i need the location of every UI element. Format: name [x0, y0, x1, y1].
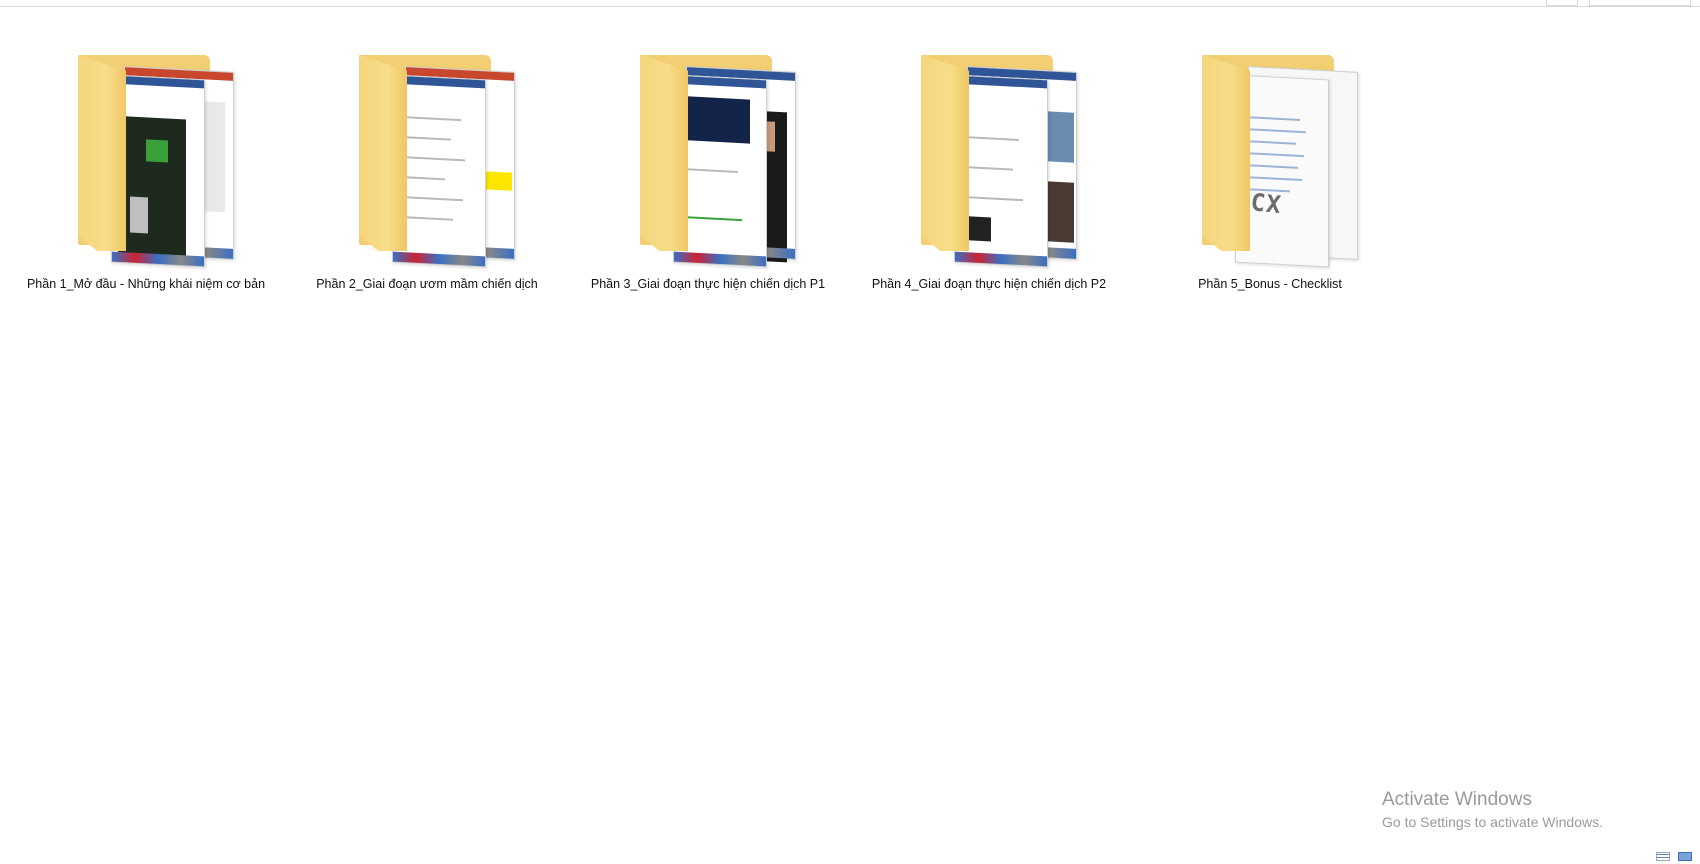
folder-item-phan-4[interactable]: Phần 4_Giai đoạn thực hiện chiến dịch P2 [864, 45, 1114, 305]
folder-item-phan-3[interactable]: Phần 3_Giai đoạn thực hiện chiến dịch P1 [583, 45, 833, 305]
file-list-area[interactable]: Phần 1_Mở đầu - Những khái niệm cơ bản P… [0, 7, 1700, 847]
large-icons-view-icon[interactable] [1678, 852, 1693, 861]
folder-item-phan-5[interactable]: DOCX Phần 5_Bonus - Checklist [1145, 45, 1395, 305]
search-input[interactable] [1589, 0, 1691, 6]
folder-label: Phần 1_Mở đầu - Những khái niệm cơ bản [26, 277, 266, 291]
folder-icon [337, 45, 517, 268]
folder-label: Phần 2_Giai đoạn ươm mầm chiến dịch [316, 277, 538, 291]
folder-icon: DOCX [1180, 45, 1360, 268]
address-bar-strip [0, 0, 1700, 7]
activate-windows-watermark: Activate Windows Go to Settings to activ… [1382, 789, 1603, 830]
view-toggle-group [1656, 852, 1696, 862]
folder-label: Phần 3_Giai đoạn thực hiện chiến dịch P1 [590, 277, 826, 291]
folder-icon [56, 45, 236, 268]
folder-item-phan-2[interactable]: Phần 2_Giai đoạn ươm mầm chiến dịch [302, 45, 552, 305]
folder-label: Phần 4_Giai đoạn thực hiện chiến dịch P2 [871, 277, 1107, 291]
watermark-subtitle: Go to Settings to activate Windows. [1382, 814, 1603, 830]
details-view-icon[interactable] [1656, 852, 1670, 861]
watermark-title: Activate Windows [1382, 789, 1532, 810]
folder-label: Phần 5_Bonus - Checklist [1198, 277, 1342, 291]
folder-icon [899, 45, 1079, 268]
folder-icon [618, 45, 798, 268]
file-explorer-window: Phần 1_Mở đầu - Những khái niệm cơ bản P… [0, 0, 1700, 864]
refresh-button[interactable] [1546, 0, 1578, 6]
folder-item-phan-1[interactable]: Phần 1_Mở đầu - Những khái niệm cơ bản [21, 45, 271, 305]
